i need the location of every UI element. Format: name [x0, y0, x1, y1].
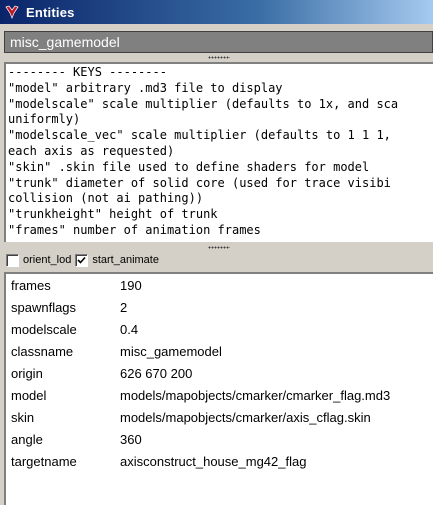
splitter-grip-icon — [207, 246, 230, 249]
property-value: 0.4 — [120, 322, 139, 337]
spawnflag-checkbox[interactable] — [6, 253, 19, 267]
property-row[interactable]: classname misc_gamemodel — [6, 340, 433, 362]
spawnflag-checkbox[interactable] — [75, 253, 89, 267]
keys-description-panel[interactable]: -------- KEYS -------- "model" arbitrary … — [4, 62, 433, 242]
spawnflags-row: orient_lod start_animate — [6, 252, 163, 268]
title-bar[interactable]: Entities — [0, 0, 433, 24]
keys-line: -------- KEYS -------- — [8, 65, 167, 79]
property-value: 190 — [120, 278, 142, 293]
props-splitter[interactable] — [4, 243, 433, 252]
property-key: angle — [11, 432, 43, 447]
keys-line: "skin" .skin file used to define shaders… — [8, 159, 370, 174]
keys-line: uniformly) — [8, 112, 81, 127]
property-value: axisconstruct_house_mg42_flag — [120, 454, 307, 469]
keys-line: collision (not ai pathing)) — [8, 191, 204, 206]
keys-line: each axis as requested) — [8, 143, 175, 158]
property-key: targetname — [11, 454, 77, 469]
keys-line: "trunk" diameter of solid core (used for… — [8, 175, 391, 190]
classname-display: misc_gamemodel — [4, 31, 433, 53]
property-key: model — [11, 388, 47, 403]
keys-splitter[interactable] — [4, 53, 433, 62]
spawnflag-orient-lod[interactable]: orient_lod — [6, 253, 72, 267]
property-value: models/mapobjects/cmarker/axis_cflag.ski… — [120, 410, 371, 425]
property-key: spawnflags — [11, 300, 77, 315]
properties-list[interactable]: frames 190 spawnflags 2 modelscale 0.4 classna… — [4, 272, 433, 505]
property-value: models/mapobjects/cmarker/cmarker_flag.m… — [120, 388, 391, 403]
checkmark-icon — [77, 256, 86, 264]
property-key: origin — [11, 366, 43, 381]
spawnflag-label: start_animate — [92, 254, 159, 266]
keys-line: "trunkheight" height of trunk — [8, 207, 218, 222]
property-row[interactable]: angle 360 — [6, 428, 433, 450]
radiant-app-icon[interactable] — [4, 4, 20, 20]
keys-line: "model" arbitrary .md3 file to display — [8, 80, 283, 95]
keys-line: "frames" number of animation frames — [8, 222, 261, 237]
property-key: skin — [11, 410, 35, 425]
splitter-grip-icon — [207, 56, 230, 59]
property-key: classname — [11, 344, 74, 359]
property-value: 360 — [120, 432, 142, 447]
spawnflag-start-animate[interactable]: start_animate — [75, 253, 159, 267]
window-title: Entities — [26, 4, 75, 20]
property-row[interactable]: modelscale 0.4 — [6, 318, 433, 340]
property-row[interactable]: targetname axisconstruct_house_mg42_flag — [6, 450, 433, 472]
property-value: 626 670 200 — [120, 366, 193, 381]
property-row[interactable]: spawnflags 2 — [6, 296, 433, 318]
keys-line: "modelscale" scale multiplier (defaults … — [8, 96, 399, 111]
property-key: modelscale — [11, 322, 77, 337]
classname-label: misc_gamemodel — [10, 34, 120, 50]
property-row[interactable]: skin models/mapobjects/cmarker/axis_cflag… — [6, 406, 433, 428]
property-row[interactable]: origin 626 670 200 — [6, 362, 433, 384]
property-value: misc_gamemodel — [120, 344, 222, 359]
property-value: 2 — [120, 300, 128, 315]
property-row[interactable]: frames 190 — [6, 274, 433, 296]
property-row[interactable]: model models/mapobjects/cmarker/cmarker_f… — [6, 384, 433, 406]
keys-line: "modelscale_vec" scale multiplier (defau… — [8, 128, 391, 143]
property-key: frames — [11, 278, 51, 293]
spawnflag-label: orient_lod — [23, 254, 72, 266]
